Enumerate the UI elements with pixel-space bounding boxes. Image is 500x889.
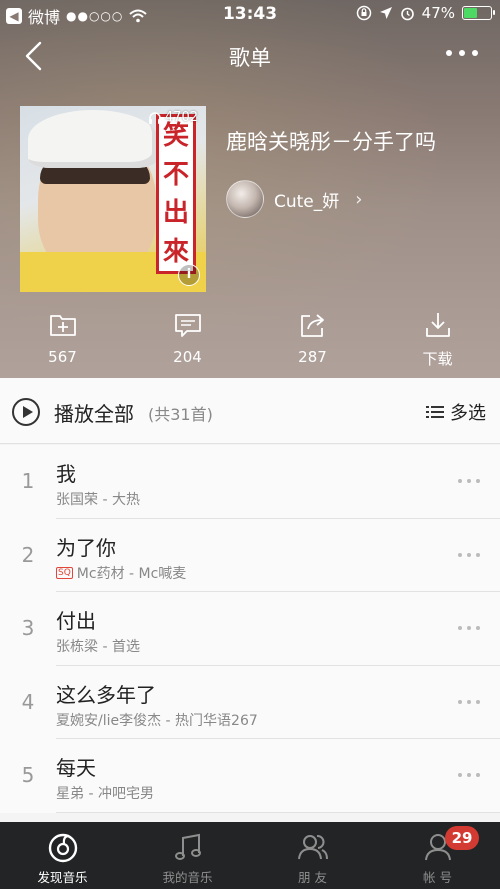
chevron-right-icon: ›	[355, 188, 363, 210]
sq-quality-badge: SQ	[56, 566, 73, 579]
song-list: 1 我 张国荣 - 大热 2 为了你 SQ Mc药材 - Mc喊麦 3 付出 张…	[0, 445, 500, 813]
share-count: 287	[298, 348, 327, 366]
song-more-icon[interactable]	[458, 773, 480, 777]
creator-name[interactable]: Cute_妍	[274, 187, 339, 212]
song-more-icon[interactable]	[458, 552, 480, 557]
sign-char: 出	[162, 198, 189, 229]
creator-avatar[interactable]	[226, 180, 264, 218]
action-bar: 567 204 287 下载	[0, 310, 500, 374]
download-button[interactable]: 下载	[375, 310, 500, 374]
song-row[interactable]: 2 为了你 SQ Mc药材 - Mc喊麦	[0, 518, 500, 592]
song-more-icon[interactable]	[458, 626, 480, 630]
song-artist-album: 张栋梁 - 首选	[56, 639, 140, 655]
tab-label: 发现音乐	[37, 870, 88, 885]
sign-char: 不	[162, 159, 189, 190]
friends-icon	[297, 835, 328, 860]
song-artist-album: 夏婉安/lie李俊杰 - 热门华语267	[56, 712, 258, 729]
play-all-label[interactable]: 播放全部	[54, 398, 134, 427]
song-artist-album: Mc药材 - Mc喊麦	[76, 565, 187, 582]
song-index: 3	[21, 616, 35, 640]
song-title[interactable]: 为了你	[56, 532, 116, 561]
divider	[56, 811, 500, 813]
song-index: 5	[21, 763, 35, 787]
tab-discover-music[interactable]: 发现音乐	[0, 822, 125, 889]
song-title[interactable]: 这么多年了	[56, 679, 156, 708]
song-index: 2	[21, 542, 35, 567]
download-icon	[425, 313, 450, 337]
rotation-lock-icon	[356, 5, 371, 21]
cover-sign: 笑 不 出 來	[156, 114, 196, 274]
share-button[interactable]: 287	[250, 310, 375, 374]
comment-count: 204	[173, 348, 202, 366]
nav-bar: 歌单	[0, 28, 500, 84]
add-folder-icon	[49, 315, 76, 336]
song-title[interactable]: 每天	[56, 752, 96, 781]
song-artist-album: 张国荣 - 大热	[56, 492, 140, 508]
tab-label: 我的音乐	[162, 870, 213, 885]
collect-button[interactable]: 567	[0, 310, 125, 374]
tab-account[interactable]: 帐 号 29	[375, 822, 500, 889]
song-title[interactable]: 我	[56, 458, 76, 487]
multi-select-label[interactable]: 多选	[450, 399, 486, 425]
song-meta: 星弟 - 冲吧宅男	[56, 783, 154, 803]
creator-link[interactable]: Cute_妍 ›	[226, 180, 362, 218]
alarm-icon	[400, 7, 414, 20]
list-icon	[426, 406, 444, 418]
collect-count: 567	[48, 348, 77, 366]
play-count-value: 4702	[164, 110, 198, 125]
info-icon[interactable]: i	[178, 264, 200, 286]
page-title: 歌单	[229, 46, 271, 70]
playlist-cover[interactable]: 笑 不 出 來 4702 i	[20, 106, 206, 292]
tab-label: 朋 友	[298, 870, 327, 885]
download-label: 下载	[422, 350, 453, 368]
sign-char: 笑	[162, 121, 189, 152]
song-row[interactable]: 3 付出 张栋梁 - 首选	[0, 592, 500, 666]
netease-logo-icon	[48, 833, 77, 863]
sign-char: 來	[162, 236, 189, 267]
status-bar: ◀ 微博 ●●○○○ 13:43 47%	[0, 0, 500, 28]
comment-icon	[174, 314, 201, 337]
play-all-bar[interactable]: 播放全部 (共31首) 多选	[0, 378, 500, 444]
song-artist-album: 星弟 - 冲吧宅男	[56, 786, 154, 802]
multi-select-button[interactable]: 多选	[426, 399, 486, 425]
more-options-icon[interactable]	[446, 50, 478, 56]
notification-badge: 29	[445, 826, 479, 850]
song-meta: SQ Mc药材 - Mc喊麦	[56, 563, 186, 583]
song-meta: 夏婉安/lie李俊杰 - 热门华语267	[56, 710, 258, 730]
song-meta: 张国荣 - 大热	[56, 489, 140, 509]
song-index: 1	[21, 469, 35, 493]
music-note-icon	[174, 833, 201, 860]
song-more-icon[interactable]	[458, 699, 480, 704]
location-icon	[379, 7, 392, 19]
tab-friends[interactable]: 朋 友	[250, 822, 375, 889]
battery-percent: 47%	[421, 4, 455, 22]
tab-my-music[interactable]: 我的音乐	[125, 822, 250, 889]
tab-label: 帐 号	[423, 870, 452, 885]
song-more-icon[interactable]	[458, 479, 480, 483]
song-meta: 张栋梁 - 首选	[56, 636, 140, 656]
song-row[interactable]: 4 这么多年了 夏婉安/lie李俊杰 - 热门华语267	[0, 665, 500, 739]
bottom-tab-bar: 发现音乐 我的音乐 朋 友 帐 号 29	[0, 822, 500, 889]
battery-icon	[462, 6, 495, 20]
share-icon	[300, 314, 324, 337]
song-count: (共31首)	[148, 405, 213, 424]
play-circle-icon[interactable]	[12, 398, 40, 426]
song-row[interactable]: 1 我 张国荣 - 大热	[0, 445, 500, 519]
comment-button[interactable]: 204	[125, 310, 250, 374]
play-count: 4702	[148, 110, 198, 125]
song-row[interactable]: 5 每天 星弟 - 冲吧宅男	[0, 739, 500, 813]
song-title[interactable]: 付出	[56, 605, 96, 634]
cover-cap	[28, 110, 158, 168]
song-index: 4	[21, 689, 35, 714]
headphones-icon	[148, 111, 161, 124]
playlist-title: 鹿晗关晓彤－分手了吗	[226, 130, 436, 154]
